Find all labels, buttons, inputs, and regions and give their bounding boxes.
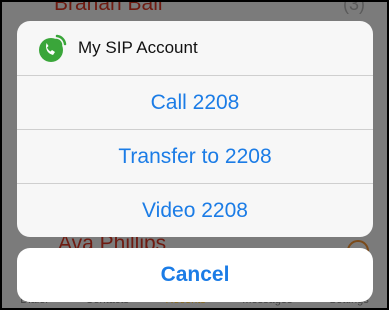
transfer-button[interactable]: Transfer to 2208	[17, 130, 373, 184]
background-contact-count: (3)	[343, 0, 365, 14]
action-sheet: My SIP Account Call 2208 Transfer to 220…	[17, 21, 373, 237]
action-sheet-header: My SIP Account	[17, 21, 373, 76]
background-contact-top: Branan Ball	[54, 0, 163, 15]
call-button[interactable]: Call 2208	[17, 76, 373, 130]
screen-frame: Branan Ball (3) Ava Phillips Dialer Cont…	[0, 0, 389, 310]
account-name: My SIP Account	[78, 38, 198, 57]
cancel-button[interactable]: Cancel	[17, 248, 373, 302]
video-call-button[interactable]: Video 2208	[17, 184, 373, 237]
sip-phone-icon	[39, 34, 67, 62]
